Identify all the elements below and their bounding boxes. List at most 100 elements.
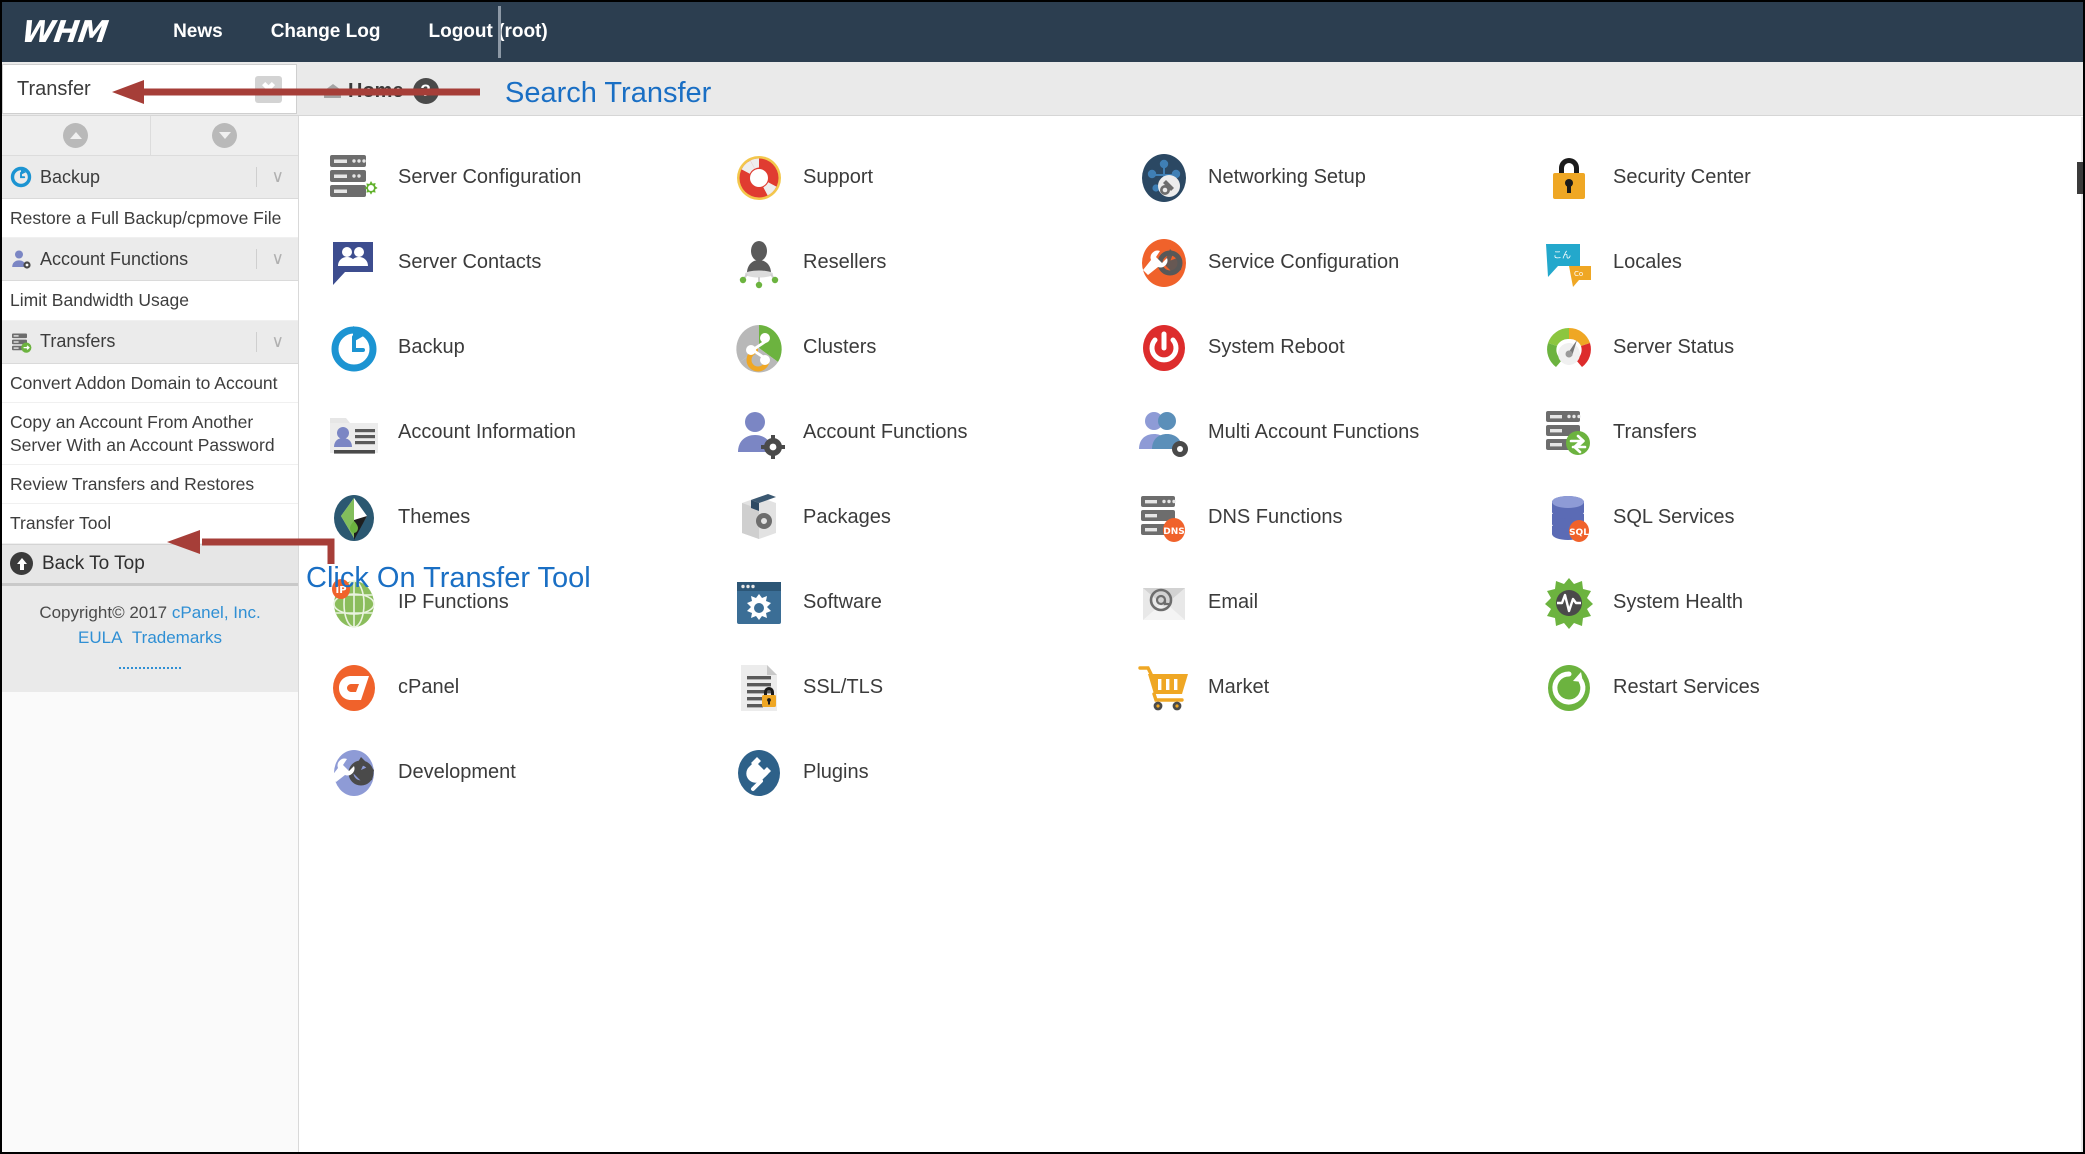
copyright-text: Copyright© 2017 [39,602,172,622]
tile-label: Clusters [803,336,877,358]
tile-label: Software [803,591,882,613]
tile-label: System Reboot [1208,336,1345,358]
search-box[interactable]: ✖ [2,64,297,114]
breadcrumb: Home ? [324,78,439,104]
sidebar-item-limit-bandwidth-usage[interactable]: Limit Bandwidth Usage [2,281,298,321]
tile-label: Restart Services [1613,676,1760,698]
tile-packages[interactable]: Packages [731,475,1136,560]
footer-divider [119,666,181,669]
dns-functions-icon: DNS [1136,490,1192,546]
ip-functions-icon: IP [326,575,382,631]
server-contacts-icon [326,235,382,291]
sidebar-item-review-transfers-and-restores[interactable]: Review Transfers and Restores [2,464,298,505]
tile-system-health[interactable]: System Health [1541,560,1946,645]
software-window-icon [731,575,787,631]
scroll-up-button[interactable] [2,116,150,155]
tile-multi-account-functions[interactable]: Multi Account Functions [1136,390,1541,475]
tile-support[interactable]: Support [731,135,1136,220]
scroll-down-button[interactable] [149,116,298,155]
tile-clusters[interactable]: Clusters [731,305,1136,390]
market-cart-icon [1136,660,1192,716]
tile-account-functions[interactable]: Account Functions [731,390,1136,475]
feature-tile-grid: Server Configuration Support Networking … [300,117,2083,815]
email-envelope-icon [1136,575,1192,631]
tile-backup[interactable]: Backup [326,305,731,390]
tile-system-reboot[interactable]: System Reboot [1136,305,1541,390]
tile-resellers[interactable]: Resellers [731,220,1136,305]
tile-label: Service Configuration [1208,251,1400,273]
nav-change-log[interactable]: Change Log [247,21,405,43]
sidebar-group-account-functions[interactable]: Account Functions ∨ [2,238,298,282]
tile-ssl-tls[interactable]: SSL/TLS [731,645,1136,730]
security-padlock-icon [1541,150,1597,206]
sidebar-group-backup[interactable]: Backup ∨ [2,156,298,199]
account-information-icon [326,405,382,461]
tile-market[interactable]: Market [1136,645,1541,730]
main-scrollbar-track[interactable] [2081,117,2083,1152]
trademarks-link[interactable]: Trademarks [132,628,222,647]
tile-server-contacts[interactable]: Server Contacts [326,220,731,305]
sidebar-item-restore-full-backup[interactable]: Restore a Full Backup/cpmove File [2,199,298,239]
chevron-down-icon[interactable]: ∨ [254,167,284,187]
tile-networking-setup[interactable]: Networking Setup [1136,135,1541,220]
tile-label: IP Functions [398,591,509,613]
svg-text:こん: こん [1553,250,1571,261]
tile-label: Development [398,761,516,783]
tile-development[interactable]: Development [326,730,731,815]
server-config-icon [326,150,382,206]
back-to-top-button[interactable]: Back To Top [2,543,298,586]
server-status-gauge-icon [1541,320,1597,376]
tile-security-center[interactable]: Security Center [1541,135,1946,220]
networking-setup-icon [1136,150,1192,206]
tile-ip-functions[interactable]: IP IP Functions [326,560,731,645]
svg-text:IP: IP [335,585,346,596]
tile-label: Server Contacts [398,251,542,273]
sidebar-group-label: Transfers [40,331,116,352]
tile-label: Account Functions [803,421,968,443]
chevron-down-icon[interactable]: ∨ [254,249,284,270]
svg-text:Co: Co [1574,270,1583,278]
tile-dns-functions[interactable]: DNS DNS Functions [1136,475,1541,560]
tile-restart-services[interactable]: Restart Services [1541,645,1946,730]
chevron-down-icon [211,123,237,148]
cpanel-inc-link[interactable]: cPanel, Inc. [172,603,261,622]
sidebar-group-transfers[interactable]: Transfers ∨ [2,320,298,364]
restart-services-icon [1541,660,1597,716]
clusters-icon [731,320,787,376]
sidebar-item-transfer-tool[interactable]: Transfer Tool [2,504,298,544]
sidebar-item-convert-addon-domain[interactable]: Convert Addon Domain to Account [2,363,298,404]
tile-themes[interactable]: Themes [326,475,731,560]
account-functions-icon [10,248,32,270]
tile-service-configuration[interactable]: Service Configuration [1136,220,1541,305]
main-content: Server Configuration Support Networking … [300,117,2083,1152]
development-icon [326,745,382,801]
nav-logout[interactable]: Logout (root) [404,21,571,43]
tile-plugins[interactable]: Plugins [731,730,1136,815]
tile-server-configuration[interactable]: Server Configuration [326,135,731,220]
nav-news[interactable]: News [149,21,247,43]
top-navigation-bar: WHM News Change Log Logout (root) [2,2,2083,62]
tile-label: Account Information [398,421,576,443]
tile-label: Resellers [803,251,887,273]
breadcrumb-home-label[interactable]: Home [348,80,404,103]
tile-software[interactable]: Software [731,560,1136,645]
tile-account-information[interactable]: Account Information [326,390,731,475]
tile-email[interactable]: Email [1136,560,1541,645]
system-reboot-icon [1136,320,1192,376]
tile-cpanel[interactable]: cPanel [326,645,731,730]
whm-logo[interactable]: WHM [20,15,110,50]
tile-server-status[interactable]: Server Status [1541,305,1946,390]
chevron-down-icon[interactable]: ∨ [254,331,284,352]
main-scrollbar-thumb[interactable] [2077,162,2083,194]
eula-link[interactable]: EULA [78,628,122,647]
help-icon[interactable]: ? [412,78,439,104]
tile-locales[interactable]: こん Co Locales [1541,220,1946,305]
tile-sql-services[interactable]: SQL SQL Services [1541,475,1946,560]
svg-text:SQL: SQL [1569,528,1589,538]
sidebar-item-copy-account-from-another-server[interactable]: Copy an Account From Another Server With… [2,403,298,465]
search-input[interactable] [15,76,245,102]
tile-transfers[interactable]: Transfers [1541,390,1946,475]
ssl-tls-icon [731,660,787,716]
clear-search-icon[interactable]: ✖ [255,76,282,103]
tile-label: SSL/TLS [803,676,884,698]
